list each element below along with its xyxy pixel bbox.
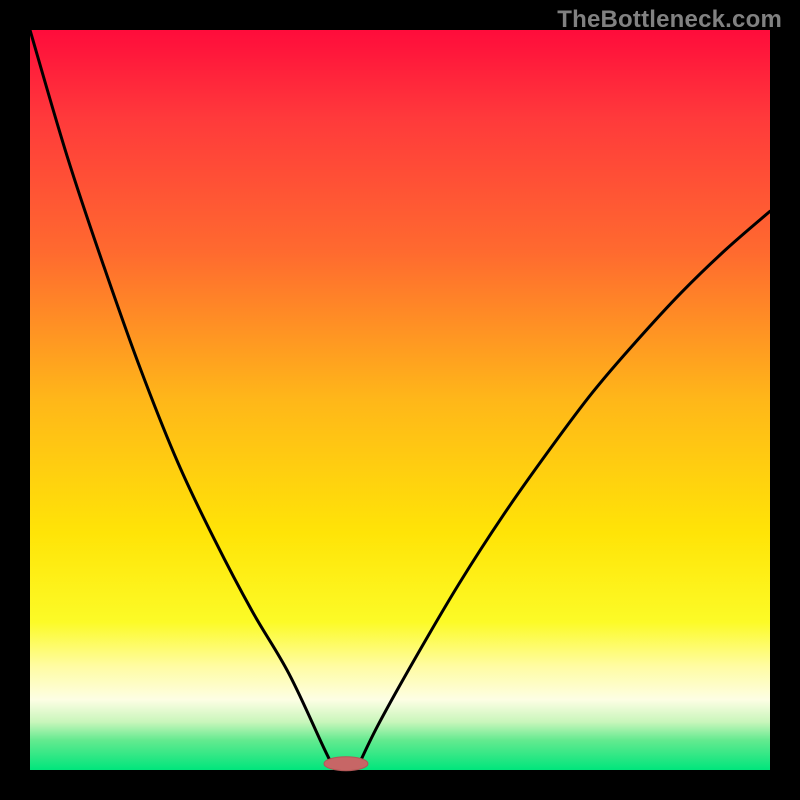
bottleneck-marker xyxy=(324,757,368,771)
plot-background xyxy=(30,30,770,770)
chart-frame: TheBottleneck.com xyxy=(0,0,800,800)
watermark-text: TheBottleneck.com xyxy=(557,6,782,34)
chart-svg xyxy=(0,0,800,800)
